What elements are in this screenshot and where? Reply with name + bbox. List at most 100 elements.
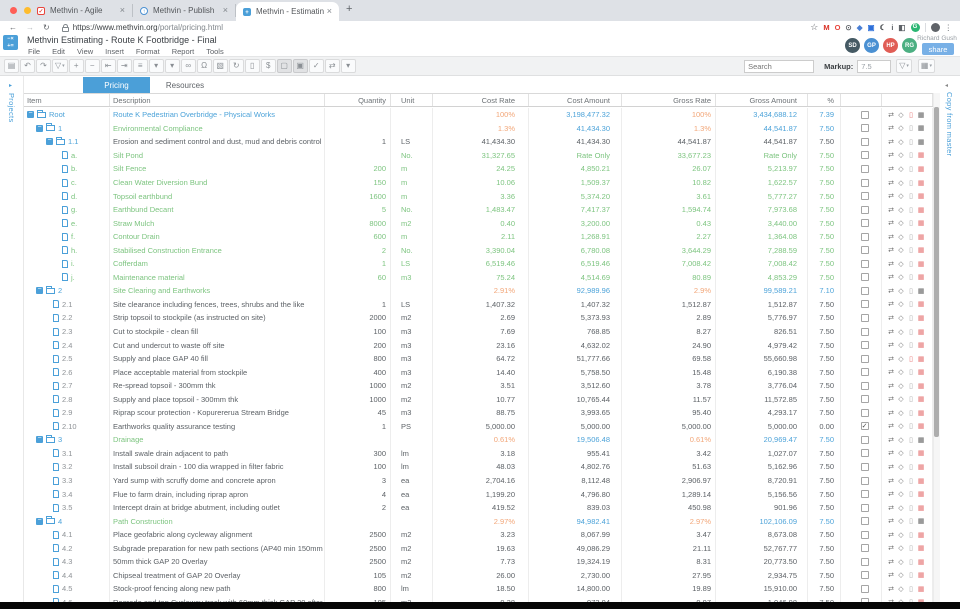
cell-cr[interactable]: 88.75 xyxy=(433,406,529,420)
doc-icon[interactable]: ▯ xyxy=(907,531,915,539)
sheet-icon[interactable]: ▦ xyxy=(917,504,925,512)
cell-desc[interactable]: Straw Mulch xyxy=(110,216,325,230)
cell-ca[interactable]: 955.41 xyxy=(529,447,622,461)
tag-icon[interactable]: ◇ xyxy=(897,300,905,308)
cell-item[interactable]: g. xyxy=(24,203,110,217)
browser-tab[interactable]: ↑Methvin - Publish× xyxy=(133,4,236,17)
row-checkbox[interactable] xyxy=(861,287,869,295)
table-row[interactable]: 4.4Chipseal treatment of GAP 20 Overlay1… xyxy=(24,569,933,583)
doc-icon[interactable]: ▯ xyxy=(907,341,915,349)
cell-cr[interactable]: 3,390.04 xyxy=(433,243,529,257)
new-tab-button[interactable]: + xyxy=(346,3,352,15)
cell-item[interactable]: 4.3 xyxy=(24,555,110,569)
cell-ga[interactable]: 8,673.08 xyxy=(716,528,808,542)
tag-icon[interactable]: ◇ xyxy=(897,517,905,525)
sheet-icon[interactable]: ▦ xyxy=(917,219,925,227)
cell-gr[interactable]: 33,677.23 xyxy=(622,149,716,163)
cell-desc[interactable]: Contour Drain xyxy=(110,230,325,244)
cell-gr[interactable]: 2.27 xyxy=(622,230,716,244)
browser-profile-avatar[interactable] xyxy=(931,23,940,32)
cell-item[interactable]: 3.4 xyxy=(24,487,110,501)
doc-icon[interactable]: ▯ xyxy=(907,111,915,119)
cell-ca[interactable]: 4,802.76 xyxy=(529,460,622,474)
sheet-icon[interactable]: ▦ xyxy=(917,111,925,119)
cell-icons[interactable]: ⇄◇▯▦ xyxy=(882,176,933,190)
cell-cr[interactable]: 3.23 xyxy=(433,528,529,542)
cell-desc[interactable]: Place acceptable material from stockpile xyxy=(110,365,325,379)
cell-gr[interactable]: 450.98 xyxy=(622,501,716,515)
cell-gr[interactable]: 27.95 xyxy=(622,569,716,583)
sheet-icon[interactable]: ▦ xyxy=(917,246,925,254)
table-row[interactable]: 2.6Place acceptable material from stockp… xyxy=(24,365,933,379)
cell-cr[interactable]: 419.52 xyxy=(433,501,529,515)
sheet-icon[interactable]: ▦ xyxy=(917,585,925,593)
tab-close-icon[interactable]: × xyxy=(120,6,125,15)
tag-icon[interactable]: ◇ xyxy=(897,124,905,132)
cell-chk[interactable] xyxy=(841,487,882,501)
column-header[interactable]: Gross Rate xyxy=(622,94,716,106)
table-row[interactable]: −1.1Erosion and sediment control and dus… xyxy=(24,135,933,149)
cell-gr[interactable]: 2.9% xyxy=(622,284,716,298)
cell-cr[interactable]: 14.40 xyxy=(433,365,529,379)
cell-unit[interactable]: m2 xyxy=(391,311,433,325)
doc-icon[interactable]: ▯ xyxy=(907,368,915,376)
row-checkbox[interactable] xyxy=(861,314,869,322)
cell-desc[interactable]: Site Clearing and Earthworks xyxy=(110,284,325,298)
menu-item-format[interactable]: Format xyxy=(136,47,160,56)
tag-icon[interactable]: ◇ xyxy=(897,233,905,241)
cell-gr[interactable]: 15.48 xyxy=(622,365,716,379)
doc-icon[interactable]: ▯ xyxy=(907,192,915,200)
tag-icon[interactable]: ◇ xyxy=(897,260,905,268)
cell-ga[interactable]: 5,162.96 xyxy=(716,460,808,474)
cell-ca[interactable]: 4,850.21 xyxy=(529,162,622,176)
cell-pct[interactable]: 0.00 xyxy=(808,420,841,434)
cell-item[interactable]: 3.2 xyxy=(24,460,110,474)
doc-icon[interactable]: ▯ xyxy=(907,490,915,498)
info-extension-icon[interactable]: i xyxy=(891,23,893,32)
cell-gr[interactable]: 11.57 xyxy=(622,392,716,406)
tag-icon[interactable]: ◇ xyxy=(897,111,905,119)
cell-ga[interactable]: 7,288.59 xyxy=(716,243,808,257)
swap-icon[interactable]: ⇄ xyxy=(887,233,895,241)
cell-icons[interactable]: ⇄◇▯▦ xyxy=(882,542,933,556)
cell-cr[interactable]: 2.69 xyxy=(433,311,529,325)
cell-pct[interactable]: 7.50 xyxy=(808,433,841,447)
table-row[interactable]: 3.3Yard sump with scruffy dome and concr… xyxy=(24,474,933,488)
cell-ca[interactable]: 6,780.08 xyxy=(529,243,622,257)
cell-desc[interactable]: Erosion and sediment control and dust, m… xyxy=(110,135,325,149)
cell-pct[interactable]: 7.50 xyxy=(808,203,841,217)
tag-icon[interactable]: ◇ xyxy=(897,571,905,579)
cell-icons[interactable]: ⇄◇▯▦ xyxy=(882,406,933,420)
table-row[interactable]: i.Cofferdam1LS6,519.466,519.467,008.427,… xyxy=(24,257,933,271)
cell-cr[interactable]: 26.00 xyxy=(433,569,529,583)
cell-chk[interactable] xyxy=(841,365,882,379)
cell-item[interactable]: 2.10 xyxy=(24,420,110,434)
cell-chk[interactable] xyxy=(841,298,882,312)
cell-pct[interactable]: 7.50 xyxy=(808,298,841,312)
row-checkbox[interactable] xyxy=(861,138,869,146)
cell-cr[interactable]: 10.06 xyxy=(433,176,529,190)
cell-icons[interactable]: ⇄◇▯▦ xyxy=(882,338,933,352)
sheet-icon[interactable]: ▦ xyxy=(917,328,925,336)
cell-chk[interactable] xyxy=(841,338,882,352)
table-row[interactable]: 2.9Riprap scour protection - Kopurererua… xyxy=(24,406,933,420)
cell-unit[interactable]: m2 xyxy=(391,528,433,542)
doc-icon[interactable]: ▯ xyxy=(907,585,915,593)
cell-desc[interactable]: Riprap scour protection - Kopurererua St… xyxy=(110,406,325,420)
cell-gr[interactable]: 3.42 xyxy=(622,447,716,461)
cell-item[interactable]: a. xyxy=(24,149,110,163)
cell-ca[interactable]: 1,407.32 xyxy=(529,298,622,312)
sheet-icon[interactable]: ▦ xyxy=(917,517,925,525)
tag-icon[interactable]: ◇ xyxy=(897,463,905,471)
cell-ga[interactable]: 5,776.97 xyxy=(716,311,808,325)
cell-item[interactable]: −Root xyxy=(24,108,110,122)
cell-icons[interactable]: ⇄◇▯▦ xyxy=(882,420,933,434)
cell-ca[interactable]: 41,434.30 xyxy=(529,122,622,136)
cell-ca[interactable]: 2,730.00 xyxy=(529,569,622,583)
cell-icons[interactable]: ⇄◇▯▦ xyxy=(882,365,933,379)
doc-icon[interactable]: ▯ xyxy=(907,436,915,444)
column-header[interactable]: % xyxy=(808,94,841,106)
cell-qty[interactable]: 1000 xyxy=(325,392,391,406)
cell-ga[interactable]: 11,572.85 xyxy=(716,392,808,406)
row-checkbox[interactable] xyxy=(861,531,869,539)
